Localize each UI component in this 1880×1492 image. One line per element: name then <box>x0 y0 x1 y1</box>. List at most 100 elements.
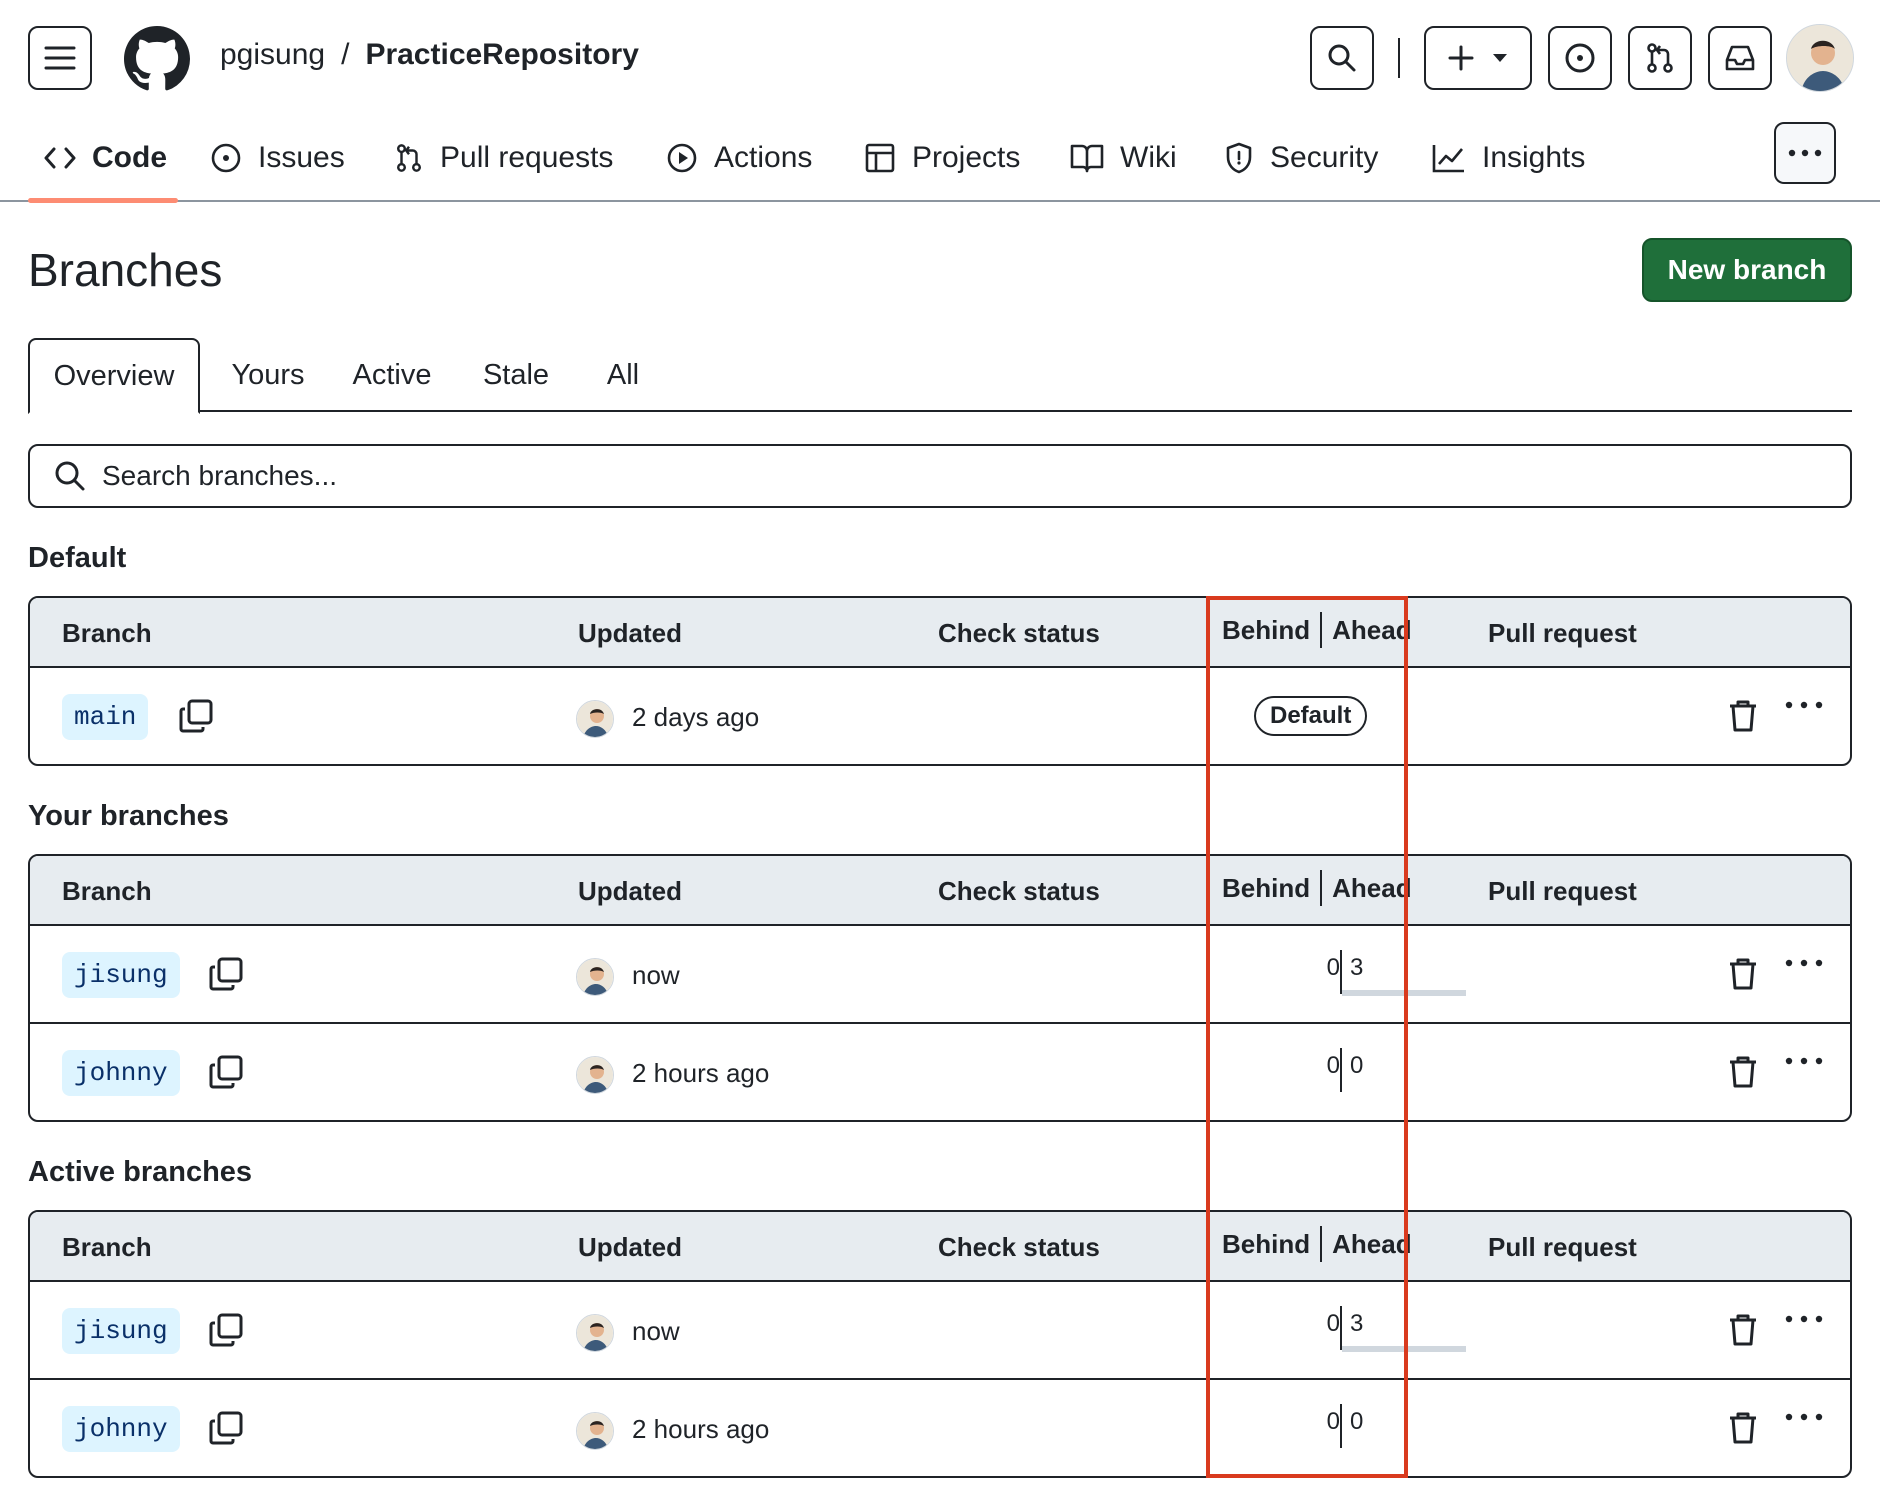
trash-icon[interactable] <box>1728 956 1762 994</box>
filter-tab-stale[interactable]: Stale <box>466 338 566 412</box>
branch-name-link[interactable]: jisung <box>62 1308 180 1354</box>
ahead-count: 3 <box>1350 954 1364 981</box>
menu-button[interactable] <box>28 26 92 90</box>
behind-ahead-indicator: 0 3 <box>1220 1306 1470 1356</box>
search-icon <box>1328 44 1356 72</box>
your-branches-table: Branch Updated Check status Behind Ahead … <box>28 854 1852 1122</box>
column-header-check-status: Check status <box>938 876 1100 906</box>
copy-icon[interactable] <box>208 1312 248 1352</box>
default-badge: Default <box>1254 696 1368 736</box>
search-icon <box>55 461 85 491</box>
updated-time: 2 hours ago <box>632 1414 770 1444</box>
pull-request-icon <box>397 144 421 172</box>
avatar[interactable] <box>576 1412 614 1450</box>
breadcrumb-separator: / <box>341 38 350 71</box>
tab-pull-requests-label: Pull requests <box>440 141 614 174</box>
avatar[interactable] <box>576 1314 614 1352</box>
column-header-ahead: Ahead <box>1332 872 1412 903</box>
tab-security-label: Security <box>1270 141 1379 174</box>
trash-icon[interactable] <box>1728 1054 1762 1092</box>
column-header-branch: Branch <box>62 876 152 906</box>
column-header-behind: Behind <box>1222 1228 1311 1259</box>
trash-icon[interactable] <box>1728 1312 1762 1350</box>
avatar[interactable] <box>576 700 614 738</box>
copy-icon[interactable] <box>208 1054 248 1094</box>
user-avatar[interactable] <box>1786 24 1854 92</box>
table-header: Branch Updated Check status Behind Ahead … <box>30 598 1850 668</box>
section-title-active-branches: Active branches <box>28 1156 253 1188</box>
filter-tab-active[interactable]: Active <box>342 338 442 412</box>
github-logo-icon[interactable] <box>124 26 190 92</box>
plus-icon <box>1448 45 1474 71</box>
copy-icon[interactable] <box>208 1410 248 1450</box>
page-title: Branches <box>28 244 223 296</box>
tab-security[interactable]: Security <box>1224 136 1378 180</box>
avatar[interactable] <box>576 958 614 996</box>
column-header-ahead: Ahead <box>1332 614 1412 645</box>
column-header-behind-ahead: Behind Ahead <box>1222 870 1412 906</box>
kebab-horizontal-icon[interactable] <box>1784 956 1824 990</box>
copy-icon[interactable] <box>208 956 248 996</box>
column-header-updated: Updated <box>578 876 682 906</box>
table-row: johnny 2 hours ago 0 0 <box>30 1380 1850 1476</box>
pull-request-icon <box>1647 43 1673 73</box>
table-icon <box>865 143 895 173</box>
code-icon <box>44 147 76 169</box>
branch-name-link[interactable]: jisung <box>62 952 180 998</box>
updated-time: now <box>632 1316 680 1346</box>
repo-owner-link[interactable]: pgisung <box>220 38 325 72</box>
tab-insights[interactable]: Insights <box>1432 136 1585 180</box>
search-input[interactable] <box>102 460 1850 492</box>
graph-icon <box>1432 145 1464 173</box>
repo-name-link[interactable]: PracticeRepository <box>365 38 638 72</box>
updated-time: 2 days ago <box>632 702 760 732</box>
filter-tab-overview[interactable]: Overview <box>28 338 200 414</box>
repo-nav: Code Issues Pull requests Actions Projec… <box>0 120 1880 203</box>
trash-icon[interactable] <box>1728 698 1762 736</box>
table-row: jisung now 0 3 <box>30 926 1850 1024</box>
column-header-check-status: Check status <box>938 1232 1100 1262</box>
inbox-button[interactable] <box>1708 26 1772 90</box>
tab-projects[interactable]: Projects <box>864 136 1020 180</box>
avatar[interactable] <box>576 1056 614 1094</box>
new-branch-button[interactable]: New branch <box>1642 238 1852 302</box>
branch-name-link[interactable]: johnny <box>62 1406 180 1452</box>
pull-requests-button[interactable] <box>1628 26 1692 90</box>
issues-button[interactable] <box>1548 26 1612 90</box>
column-header-ahead: Ahead <box>1332 1228 1412 1259</box>
updated-time: 2 hours ago <box>632 1058 770 1088</box>
play-icon <box>667 143 697 173</box>
shield-icon <box>1226 142 1252 174</box>
kebab-horizontal-icon[interactable] <box>1784 1312 1824 1346</box>
tab-pull-requests[interactable]: Pull requests <box>394 136 613 180</box>
tab-actions[interactable]: Actions <box>666 136 812 180</box>
search-button[interactable] <box>1310 26 1374 90</box>
more-tabs-button[interactable] <box>1774 122 1836 184</box>
create-new-button[interactable] <box>1424 26 1532 90</box>
table-row: main 2 days ago Default <box>30 668 1850 764</box>
tab-issues[interactable]: Issues <box>210 136 345 180</box>
branch-name-link[interactable]: johnny <box>62 1050 180 1096</box>
kebab-horizontal-icon[interactable] <box>1784 1410 1824 1444</box>
kebab-horizontal-icon[interactable] <box>1784 1054 1824 1088</box>
header-divider <box>1398 38 1400 78</box>
copy-icon[interactable] <box>178 698 218 738</box>
behind-ahead-indicator: 0 0 <box>1220 1048 1470 1098</box>
ahead-bar <box>1342 1346 1466 1352</box>
branch-name-link[interactable]: main <box>62 694 149 740</box>
tab-code[interactable]: Code <box>44 136 167 180</box>
trash-icon[interactable] <box>1728 1410 1762 1448</box>
behind-count: 0 <box>1326 1310 1340 1337</box>
branch-search[interactable] <box>28 444 1852 508</box>
triangle-down-icon <box>1493 54 1507 62</box>
kebab-horizontal-icon[interactable] <box>1784 698 1824 732</box>
filter-tab-all[interactable]: All <box>586 338 660 412</box>
active-branches-table: Branch Updated Check status Behind Ahead … <box>28 1210 1852 1478</box>
tab-insights-label: Insights <box>1482 141 1586 174</box>
column-header-check-status: Check status <box>938 618 1100 648</box>
column-header-behind: Behind <box>1222 614 1311 645</box>
column-header-behind-ahead: Behind Ahead <box>1222 1226 1412 1262</box>
table-row: jisung now 0 3 <box>30 1282 1850 1380</box>
tab-wiki[interactable]: Wiki <box>1070 136 1177 180</box>
filter-tab-yours[interactable]: Yours <box>218 338 318 412</box>
